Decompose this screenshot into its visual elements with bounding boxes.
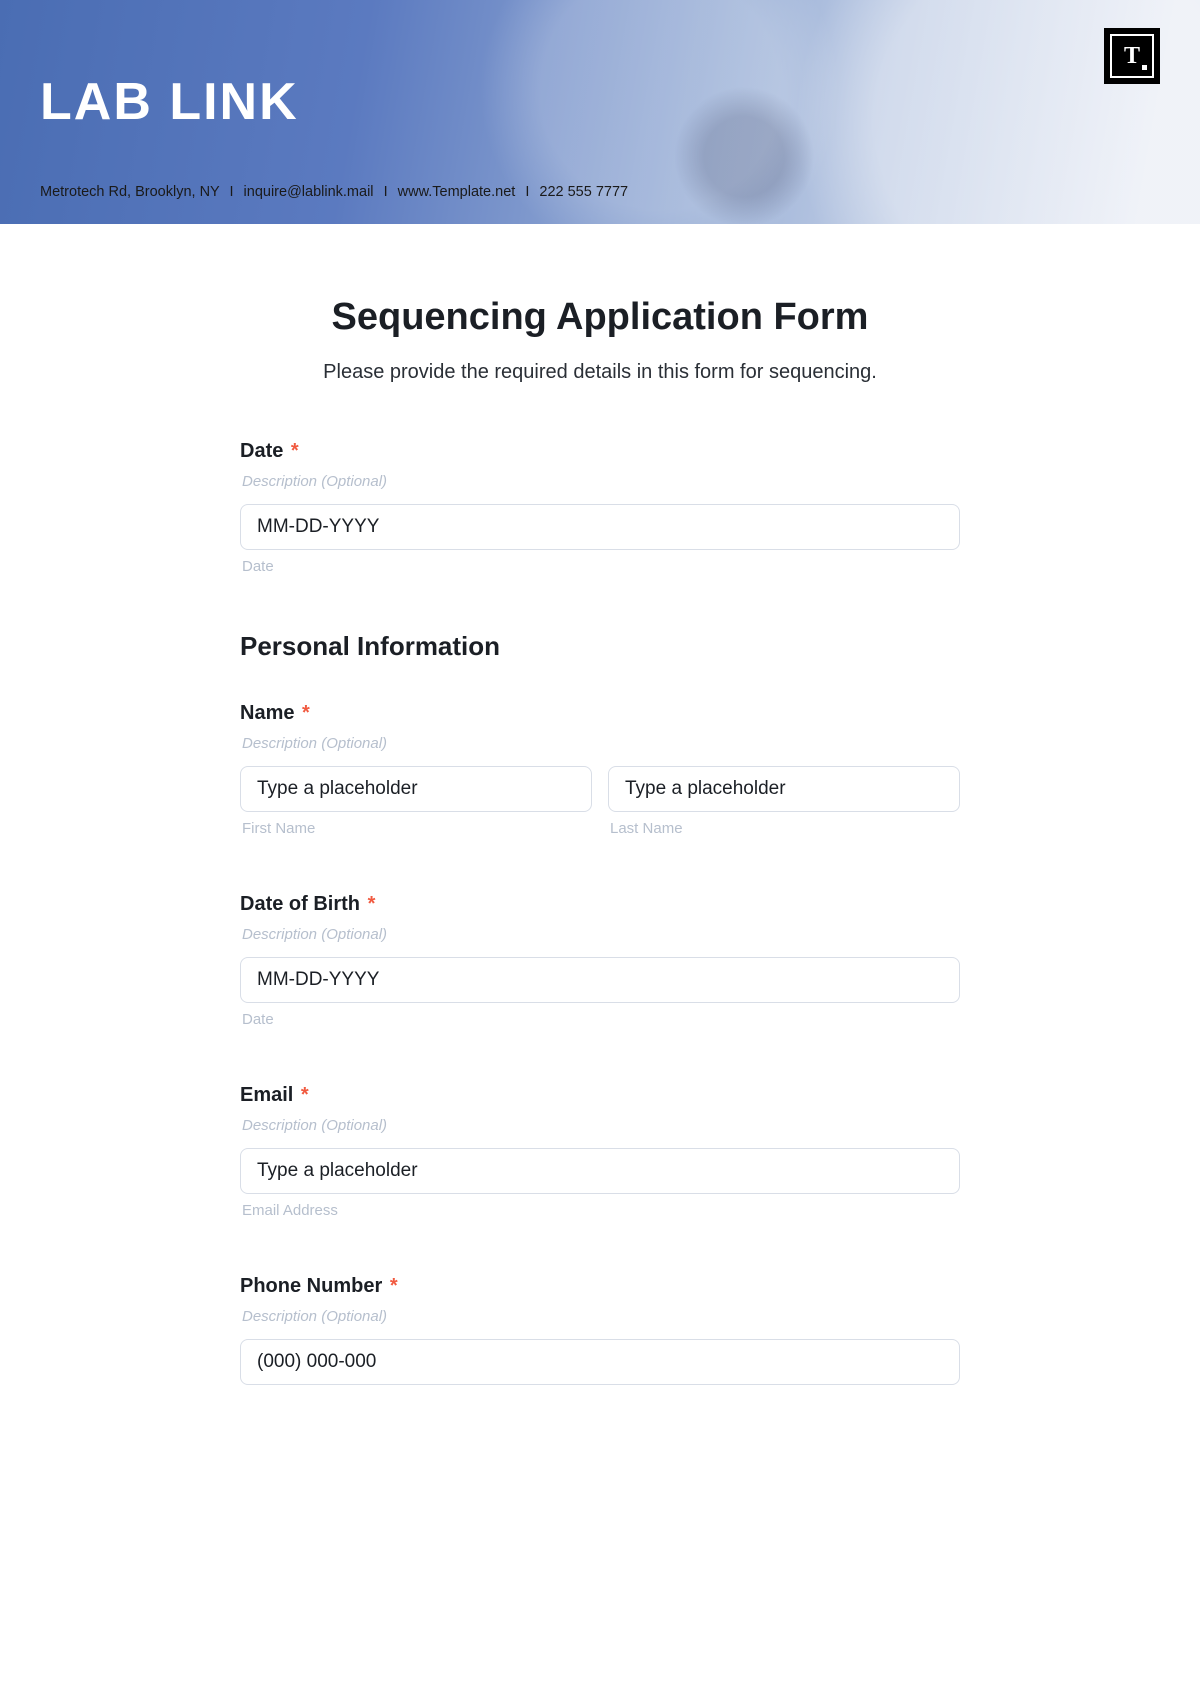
email-description: Description (Optional) <box>240 1117 960 1134</box>
email-input[interactable] <box>240 1148 960 1194</box>
required-mark: * <box>390 1275 398 1297</box>
first-name-input[interactable] <box>240 766 592 812</box>
date-description: Description (Optional) <box>240 473 960 490</box>
date-input[interactable] <box>240 504 960 550</box>
email-sublabel: Email Address <box>240 1202 960 1219</box>
required-mark: * <box>291 440 299 462</box>
name-label: Name * <box>240 702 960 725</box>
first-name-sublabel: First Name <box>240 820 592 837</box>
dob-description: Description (Optional) <box>240 926 960 943</box>
phone-label-text: Phone Number <box>240 1275 382 1297</box>
last-name-sublabel: Last Name <box>608 820 960 837</box>
field-group-date: Date * Description (Optional) Date <box>240 440 960 575</box>
date-sublabel: Date <box>240 558 960 575</box>
date-label-text: Date <box>240 440 283 462</box>
name-label-text: Name <box>240 702 294 724</box>
last-name-input[interactable] <box>608 766 960 812</box>
field-group-phone: Phone Number * Description (Optional) <box>240 1275 960 1385</box>
separator-icon: I <box>384 184 388 200</box>
contact-line: Metrotech Rd, Brooklyn, NY I inquire@lab… <box>40 184 1160 200</box>
field-group-name: Name * Description (Optional) First Name… <box>240 702 960 837</box>
contact-phone: 222 555 7777 <box>539 184 628 200</box>
required-mark: * <box>301 1084 309 1106</box>
dob-sublabel: Date <box>240 1011 960 1028</box>
form-subtitle: Please provide the required details in t… <box>240 361 960 384</box>
field-group-dob: Date of Birth * Description (Optional) D… <box>240 893 960 1028</box>
dob-label-text: Date of Birth <box>240 893 360 915</box>
phone-description: Description (Optional) <box>240 1308 960 1325</box>
separator-icon: I <box>229 184 233 200</box>
name-description: Description (Optional) <box>240 735 960 752</box>
contact-email: inquire@lablink.mail <box>244 184 374 200</box>
template-badge-letter: T <box>1110 34 1154 78</box>
dob-label: Date of Birth * <box>240 893 960 916</box>
contact-address: Metrotech Rd, Brooklyn, NY <box>40 184 219 200</box>
email-label: Email * <box>240 1084 960 1107</box>
page-header: T LAB LINK Metrotech Rd, Brooklyn, NY I … <box>0 0 1200 224</box>
date-label: Date * <box>240 440 960 463</box>
field-group-email: Email * Description (Optional) Email Add… <box>240 1084 960 1219</box>
dob-input[interactable] <box>240 957 960 1003</box>
required-mark: * <box>302 702 310 724</box>
brand-title: LAB LINK <box>40 0 1160 132</box>
email-label-text: Email <box>240 1084 293 1106</box>
phone-label: Phone Number * <box>240 1275 960 1298</box>
required-mark: * <box>368 893 376 915</box>
template-badge: T <box>1104 28 1160 84</box>
phone-input[interactable] <box>240 1339 960 1385</box>
section-personal-information: Personal Information <box>240 631 960 662</box>
separator-icon: I <box>525 184 529 200</box>
form-title: Sequencing Application Form <box>240 296 960 339</box>
contact-website: www.Template.net <box>398 184 516 200</box>
form-container: Sequencing Application Form Please provi… <box>190 224 1010 1425</box>
